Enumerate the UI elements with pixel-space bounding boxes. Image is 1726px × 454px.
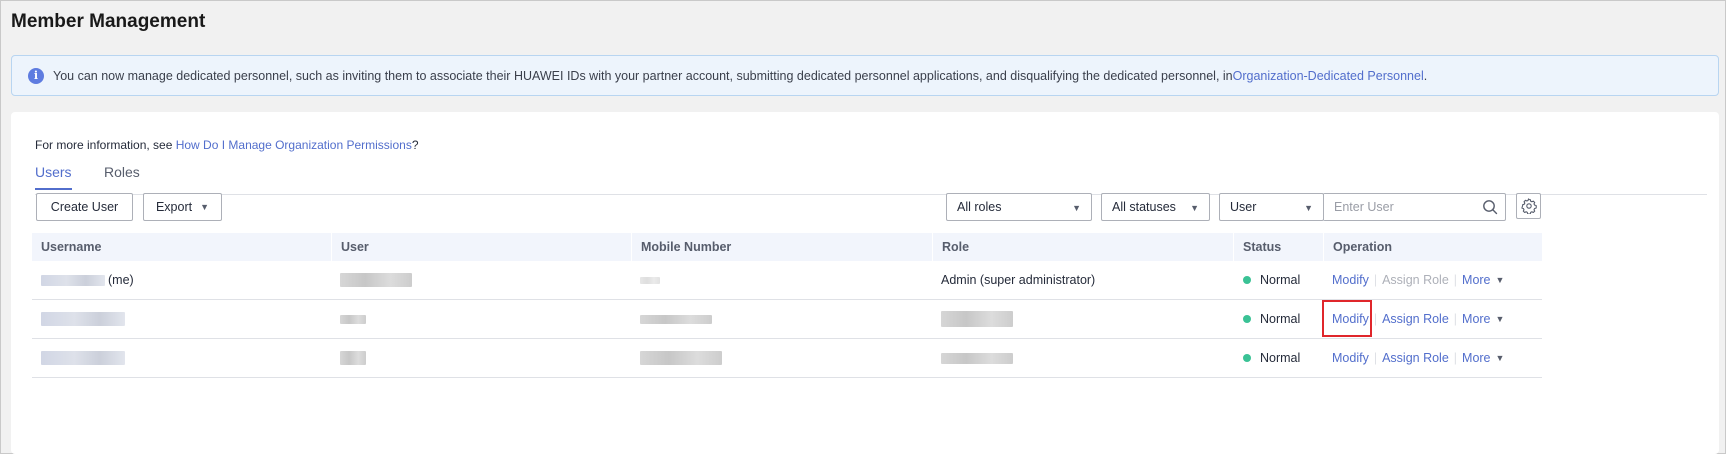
create-user-button[interactable]: Create User (36, 193, 133, 221)
caret-down-icon: ▼ (200, 202, 210, 212)
mobile-cell (631, 300, 712, 338)
table-row: (me) Admin (super administrator) Normal … (32, 261, 1542, 300)
column-header-role: Role (932, 233, 1233, 261)
operation-cell: Modify | Assign Role | More ▼ (1323, 300, 1504, 338)
gear-icon (1520, 198, 1537, 214)
role-filter-select[interactable]: All roles ▼ (946, 193, 1092, 221)
user-cell (331, 339, 366, 377)
more-info-text: For more information, see How Do I Manag… (35, 138, 419, 152)
modify-link[interactable]: Modify (1332, 273, 1369, 287)
mobile-cell (631, 261, 660, 299)
separator: | (1453, 312, 1458, 326)
info-notice-banner: i You can now manage dedicated personnel… (11, 55, 1719, 96)
operation-cell: Modify | Assign Role | More ▼ (1323, 261, 1504, 299)
username-cell: (me) (32, 261, 134, 299)
status-normal-dot-icon (1243, 315, 1251, 323)
more-dropdown[interactable]: More (1462, 273, 1490, 287)
column-header-status: Status (1233, 233, 1323, 261)
me-tag: (me) (108, 273, 134, 287)
caret-down-icon[interactable]: ▼ (1496, 275, 1505, 285)
status-normal-dot-icon (1243, 276, 1251, 284)
separator: | (1453, 351, 1458, 365)
assign-role-link-disabled: Assign Role (1382, 273, 1449, 287)
tab-roles[interactable]: Roles (104, 164, 140, 188)
search-input[interactable] (1324, 194, 1494, 220)
tab-bar: Users Roles (35, 164, 1707, 195)
export-label: Export (155, 200, 193, 214)
role-cell (932, 300, 1013, 338)
role-cell: Admin (super administrator) (941, 273, 1096, 287)
status-text: Normal (1260, 312, 1301, 326)
notice-suffix: . (1423, 68, 1428, 83)
column-header-username: Username (41, 240, 102, 254)
caret-down-icon: ▼ (1304, 203, 1313, 213)
status-text: Normal (1260, 273, 1301, 287)
redacted-user (340, 351, 366, 365)
caret-down-icon: ▼ (1072, 203, 1081, 213)
username-cell (32, 339, 125, 377)
more-dropdown[interactable]: More (1462, 312, 1490, 326)
users-table: Username User Mobile Number Role Status … (32, 233, 1542, 378)
assign-role-link[interactable]: Assign Role (1382, 312, 1449, 326)
page-title: Member Management (11, 11, 206, 32)
redacted-mobile (640, 314, 712, 324)
redacted-mobile (640, 351, 722, 365)
status-cell: Normal (1233, 300, 1300, 338)
redacted-role (941, 352, 1013, 364)
assign-role-link[interactable]: Assign Role (1382, 351, 1449, 365)
operation-cell: Modify | Assign Role | More ▼ (1323, 339, 1504, 377)
table-row: Normal Modify | Assign Role | More ▼ (32, 339, 1542, 378)
redacted-username (41, 274, 105, 286)
info-icon: i (28, 67, 44, 84)
status-normal-dot-icon (1243, 354, 1251, 362)
redacted-user (340, 273, 412, 287)
redacted-mobile (640, 276, 660, 284)
mobile-cell (631, 339, 722, 377)
more-dropdown[interactable]: More (1462, 351, 1490, 365)
status-filter-select[interactable]: All statuses ▼ (1101, 193, 1210, 221)
modify-link[interactable]: Modify (1332, 312, 1369, 326)
user-cell (331, 300, 366, 338)
table-row: Normal Modify | Assign Role | More ▼ (32, 300, 1542, 339)
more-info-prefix: For more information, see (35, 138, 176, 152)
user-search-box (1323, 193, 1506, 221)
caret-down-icon: ▼ (1190, 203, 1199, 213)
redacted-username (41, 351, 125, 365)
search-icon[interactable] (1482, 199, 1498, 215)
caret-down-icon[interactable]: ▼ (1496, 314, 1505, 324)
manage-permissions-link[interactable]: How Do I Manage Organization Permissions (176, 138, 412, 152)
separator: | (1373, 312, 1378, 326)
notice-text: You can now manage dedicated personnel, … (53, 68, 1233, 83)
separator: | (1373, 273, 1378, 287)
user-cell (331, 261, 412, 299)
settings-button[interactable] (1516, 193, 1541, 219)
tab-users[interactable]: Users (35, 164, 72, 190)
export-button[interactable]: Export ▼ (143, 193, 222, 221)
modify-link[interactable]: Modify (1332, 351, 1369, 365)
table-header: Username User Mobile Number Role Status … (32, 233, 1542, 261)
more-info-suffix: ? (411, 138, 419, 152)
role-filter-value: All roles (957, 200, 1002, 214)
redacted-username (41, 312, 125, 326)
caret-down-icon[interactable]: ▼ (1496, 353, 1505, 363)
status-filter-value: All statuses (1112, 200, 1176, 214)
separator: | (1453, 273, 1458, 287)
username-cell (32, 300, 125, 338)
column-header-operation: Operation (1323, 233, 1542, 261)
separator: | (1373, 351, 1378, 365)
column-header-user: User (331, 233, 631, 261)
create-user-label: Create User (50, 200, 119, 214)
status-text: Normal (1260, 351, 1301, 365)
redacted-user (340, 314, 366, 324)
column-header-mobile-number: Mobile Number (631, 233, 932, 261)
redacted-role (941, 311, 1013, 327)
search-field-value: User (1230, 200, 1257, 214)
status-cell: Normal (1233, 261, 1300, 299)
organization-dedicated-personnel-link[interactable]: Organization-Dedicated Personnel (1233, 69, 1424, 83)
search-field-select[interactable]: User ▼ (1219, 193, 1324, 221)
status-cell: Normal (1233, 339, 1300, 377)
role-cell (932, 339, 1013, 377)
